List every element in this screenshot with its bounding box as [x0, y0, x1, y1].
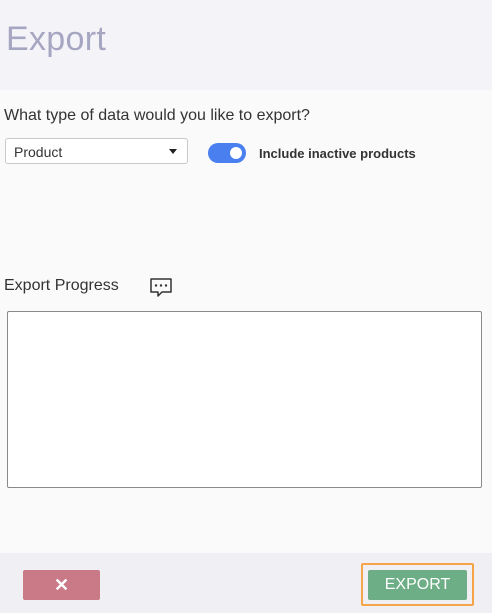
- export-progress-log: [7, 311, 482, 488]
- chat-bubble-icon[interactable]: [149, 277, 173, 299]
- close-icon: ✕: [53, 575, 70, 595]
- include-inactive-toggle[interactable]: [208, 143, 246, 163]
- export-type-selected-value: Product: [14, 144, 63, 160]
- chevron-down-icon: [169, 149, 177, 154]
- toggle-knob: [230, 147, 242, 159]
- export-type-select[interactable]: Product: [5, 138, 188, 164]
- cancel-button[interactable]: ✕: [23, 570, 100, 600]
- export-button[interactable]: EXPORT: [368, 570, 467, 600]
- dialog-title: Export: [6, 20, 107, 58]
- export-dialog: Export What type of data would you like …: [0, 0, 492, 613]
- export-progress-label: Export Progress: [4, 277, 119, 294]
- export-type-question: What type of data would you like to expo…: [4, 107, 310, 124]
- dialog-header: Export: [0, 0, 492, 90]
- include-inactive-label: Include inactive products: [259, 146, 416, 161]
